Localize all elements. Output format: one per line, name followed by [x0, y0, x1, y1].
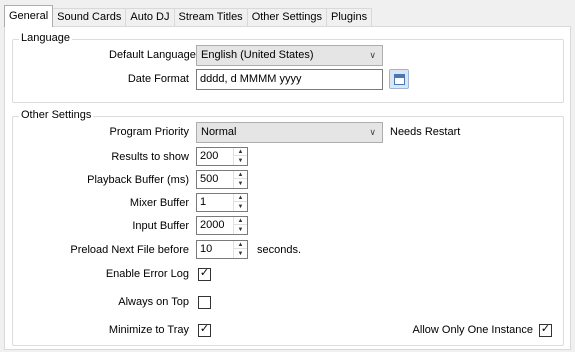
calendar-icon — [394, 74, 405, 85]
stepper-down-icon[interactable]: ▼ — [234, 157, 247, 165]
stepper-down-icon[interactable]: ▼ — [234, 180, 247, 188]
other-settings-group-title: Other Settings — [19, 109, 94, 121]
preload-next-file-value: 10 — [200, 243, 213, 255]
stepper-buttons: ▲ ▼ — [233, 148, 247, 165]
tab-plugins[interactable]: Plugins — [326, 8, 373, 27]
minimize-to-tray-label: Minimize to Tray — [108, 324, 189, 336]
results-to-show-label: Results to show — [111, 151, 189, 163]
playback-buffer-stepper[interactable]: 500 ▲ ▼ — [196, 170, 248, 189]
preload-seconds-label: seconds. — [257, 244, 302, 256]
tab-sound-cards[interactable]: Sound Cards — [52, 8, 127, 27]
playback-buffer-value: 500 — [200, 173, 219, 185]
general-tab-page: Language Default Language English (Unite… — [4, 26, 571, 350]
mixer-buffer-value: 1 — [200, 196, 207, 208]
checkmark-icon: ✓ — [540, 323, 551, 335]
default-language-label: Default Language — [109, 49, 196, 61]
date-format-input[interactable]: dddd, d MMMM yyyy — [196, 69, 383, 90]
stepper-buttons: ▲ ▼ — [233, 194, 247, 211]
stepper-down-icon[interactable]: ▼ — [234, 226, 247, 234]
tab-auto-dj[interactable]: Auto DJ — [125, 8, 175, 27]
tab-strip: General Sound Cards Auto DJ Stream Title… — [4, 5, 373, 27]
stepper-up-icon[interactable]: ▲ — [234, 217, 247, 225]
program-priority-value: Normal — [201, 126, 237, 138]
stepper-buttons: ▲ ▼ — [233, 217, 247, 234]
preload-next-file-label: Preload Next File before — [70, 244, 189, 256]
program-priority-label: Program Priority — [109, 126, 189, 138]
default-language-value: English (United States) — [201, 49, 314, 61]
input-buffer-stepper[interactable]: 2000 ▲ ▼ — [196, 216, 248, 235]
results-to-show-value: 200 — [200, 150, 219, 162]
stepper-up-icon[interactable]: ▲ — [234, 171, 247, 179]
tab-stream-titles[interactable]: Stream Titles — [173, 8, 248, 27]
chevron-down-icon: ∨ — [369, 50, 376, 60]
stepper-buttons: ▲ ▼ — [233, 241, 247, 258]
stepper-up-icon[interactable]: ▲ — [234, 148, 247, 156]
allow-one-instance-label: Allow Only One Instance — [412, 324, 533, 336]
always-on-top-label: Always on Top — [118, 296, 189, 308]
program-priority-dropdown[interactable]: Normal ∨ — [196, 122, 383, 143]
date-format-label: Date Format — [127, 73, 189, 85]
language-group: Language Default Language English (Unite… — [12, 32, 564, 103]
input-buffer-label: Input Buffer — [132, 220, 189, 232]
default-language-dropdown[interactable]: English (United States) ∨ — [196, 45, 383, 66]
stepper-down-icon[interactable]: ▼ — [234, 250, 247, 258]
tab-other-settings[interactable]: Other Settings — [246, 8, 328, 27]
language-group-title: Language — [19, 32, 72, 44]
mixer-buffer-stepper[interactable]: 1 ▲ ▼ — [196, 193, 248, 212]
enable-error-log-checkbox[interactable]: ✓ — [198, 267, 211, 281]
allow-one-instance-checkbox[interactable]: ✓ — [539, 323, 552, 337]
stepper-buttons: ▲ ▼ — [233, 171, 247, 188]
needs-restart-label: Needs Restart — [390, 126, 461, 138]
enable-error-log-label: Enable Error Log — [105, 268, 189, 280]
chevron-down-icon: ∨ — [369, 127, 376, 137]
minimize-to-tray-checkbox[interactable]: ✓ — [198, 323, 211, 337]
date-format-picker-button[interactable] — [389, 69, 409, 89]
stepper-up-icon[interactable]: ▲ — [234, 241, 247, 249]
always-on-top-checkbox[interactable] — [198, 296, 211, 309]
input-buffer-value: 2000 — [200, 219, 225, 231]
stepper-up-icon[interactable]: ▲ — [234, 194, 247, 202]
checkmark-icon: ✓ — [199, 267, 210, 279]
playback-buffer-label: Playback Buffer (ms) — [87, 174, 189, 186]
checkmark-icon: ✓ — [199, 323, 210, 335]
preload-next-file-stepper[interactable]: 10 ▲ ▼ — [196, 240, 248, 259]
mixer-buffer-label: Mixer Buffer — [129, 197, 189, 209]
tab-general[interactable]: General — [4, 5, 54, 27]
stepper-down-icon[interactable]: ▼ — [234, 203, 247, 211]
other-settings-group: Other Settings Program Priority Normal ∨… — [12, 109, 564, 346]
results-to-show-stepper[interactable]: 200 ▲ ▼ — [196, 147, 248, 166]
